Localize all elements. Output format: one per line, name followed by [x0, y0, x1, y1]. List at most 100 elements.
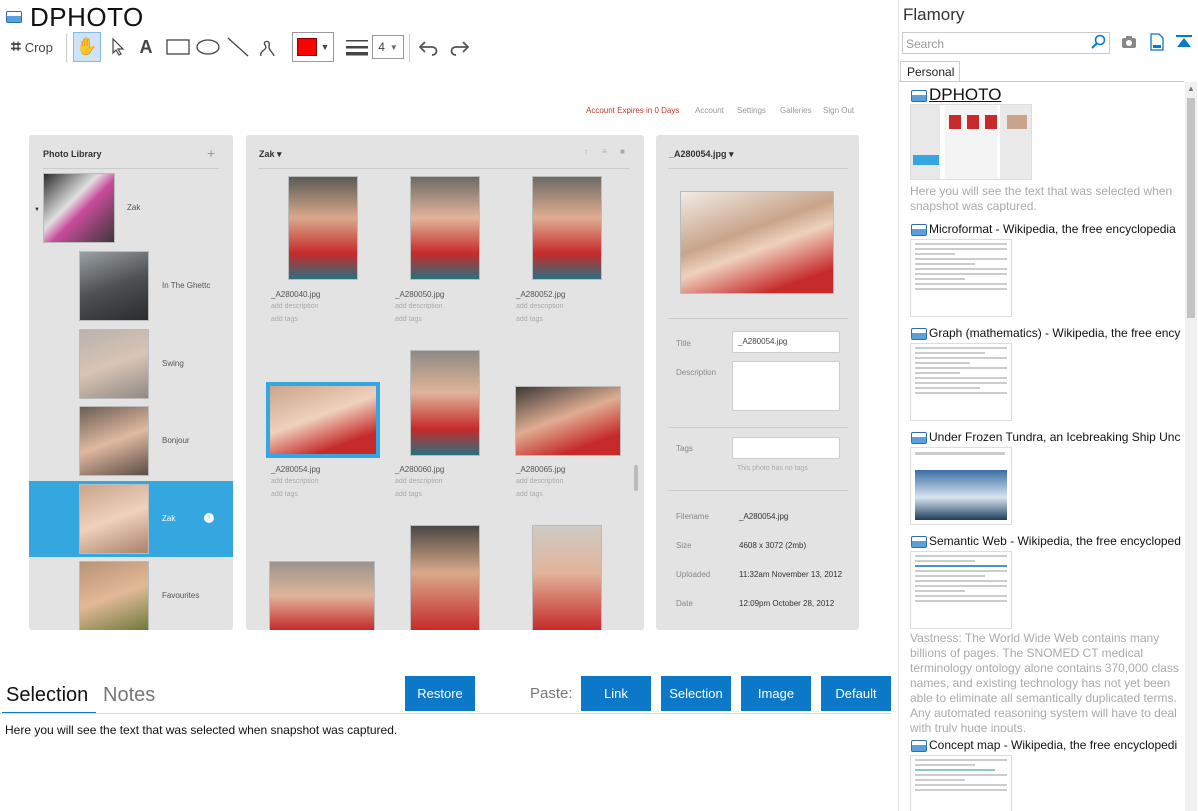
hand-tool-button[interactable]: ✋ — [73, 32, 101, 62]
photo-tags[interactable]: add tags — [271, 316, 298, 323]
photo-thumbnail[interactable] — [269, 561, 375, 630]
uploaded-label: Uploaded — [676, 570, 711, 579]
add-icon: + — [207, 145, 216, 161]
photo-thumbnail[interactable] — [532, 525, 602, 630]
document-icon[interactable] — [1150, 33, 1164, 51]
photo-thumbnail[interactable] — [410, 176, 480, 280]
text-tool-button[interactable]: A — [134, 32, 158, 62]
list-icon[interactable]: ≡ — [602, 147, 607, 156]
rectangle-tool-button[interactable] — [164, 32, 192, 62]
redo-button[interactable] — [446, 32, 472, 62]
paste-default-button[interactable]: Default — [821, 676, 891, 711]
snapshot-title[interactable]: Graph (mathematics) - Wikipedia, the fre… — [929, 326, 1181, 340]
camera-icon[interactable] — [1121, 35, 1137, 49]
photo-tags[interactable]: add tags — [395, 491, 422, 498]
uploaded-value: 11:32am November 13, 2012 — [739, 570, 843, 579]
photo-tags[interactable]: add tags — [271, 491, 298, 498]
page-icon — [911, 224, 927, 236]
size-label: Size — [676, 541, 692, 550]
snapshot-title[interactable]: DPHOTO — [929, 85, 1181, 105]
scrollbar[interactable] — [634, 465, 638, 491]
tab-notes[interactable]: Notes — [103, 684, 155, 707]
snapshot-thumbnail[interactable] — [910, 551, 1012, 629]
pointer-tool-button[interactable] — [106, 32, 130, 62]
page-icon — [911, 432, 927, 444]
snapshot-thumbnail[interactable] — [910, 239, 1012, 317]
undo-button[interactable] — [416, 32, 442, 62]
description-field[interactable] — [732, 361, 840, 411]
photo-tags[interactable]: add tags — [516, 491, 543, 498]
photo-thumbnail[interactable] — [288, 176, 358, 280]
main-pane: DPHOTO ⌗ Crop ✋ A ▼ 4 ▼ Account Expires … — [0, 0, 898, 811]
snapshot-image: Account Expires in 0 Days Account Settin… — [20, 91, 869, 639]
search-input[interactable]: Search — [902, 32, 1110, 54]
photo-description[interactable]: add description — [271, 478, 318, 485]
snapshot-title[interactable]: Semantic Web - Wikipedia, the free encyc… — [929, 534, 1181, 548]
line-width-value: 4 — [378, 40, 385, 54]
pin-icon[interactable] — [1176, 34, 1192, 50]
date-label: Date — [676, 599, 693, 608]
snapshot-description: Vastness: The World Wide Web contains ma… — [910, 631, 1179, 732]
chevron-right-icon[interactable]: › — [204, 513, 214, 523]
photo-description[interactable]: add description — [395, 303, 442, 310]
photo-description[interactable]: add description — [516, 303, 563, 310]
photo-thumbnail[interactable] — [410, 350, 480, 456]
line-width-select[interactable]: 4 ▼ — [372, 35, 404, 59]
album-thumbnail — [43, 173, 115, 243]
snapshot-thumbnail[interactable] — [910, 343, 1012, 421]
photo-name: _A280050.jpg — [395, 290, 445, 299]
arrow-pointer-icon — [112, 38, 125, 56]
album-label: Zak — [127, 203, 141, 212]
snapshot-list: DPHOTO Here you will see the text that w… — [899, 81, 1184, 811]
selected-text[interactable]: Here you will see the text that was sele… — [5, 723, 397, 737]
photo-description[interactable]: add description — [271, 303, 318, 310]
tags-field[interactable] — [732, 437, 840, 459]
nav-sign-out: Sign Out — [823, 106, 855, 115]
photo-thumbnail[interactable] — [532, 176, 602, 280]
photo-name: _A280054.jpg — [271, 465, 321, 474]
tab-selection[interactable]: Selection — [6, 684, 88, 707]
crop-button[interactable]: ⌗ Crop — [4, 32, 60, 62]
scroll-up-icon[interactable]: ▲ — [1187, 84, 1195, 93]
filename-value: _A280054.jpg — [739, 512, 789, 521]
ellipse-tool-button[interactable] — [194, 32, 222, 62]
snapshot-thumbnail[interactable] — [910, 447, 1012, 525]
paste-link-button[interactable]: Link — [581, 676, 651, 711]
tab-personal[interactable]: Personal — [900, 61, 960, 82]
title-field[interactable]: _A280054.jpg — [732, 331, 840, 353]
sidebar-title: Flamory — [903, 5, 965, 24]
color-picker[interactable]: ▼ — [292, 32, 334, 62]
photo-tags[interactable]: add tags — [395, 316, 422, 323]
restore-button[interactable]: Restore — [405, 676, 475, 711]
photo-library-panel: Photo Library + ▼ Zak In The Ghettc Swin… — [29, 135, 233, 630]
album-label: Swing — [162, 359, 184, 368]
upload-icon[interactable]: ↑ — [584, 147, 588, 156]
sidebar-scroll-thumb[interactable] — [1187, 98, 1195, 318]
annotation-toolbar: ⌗ Crop ✋ A ▼ 4 ▼ — [4, 32, 484, 62]
snapshot-description: Here you will see the text that was sele… — [910, 184, 1173, 213]
trash-icon[interactable]: ■ — [620, 147, 625, 156]
snapshot-title[interactable]: Microformat - Wikipedia, the free encycl… — [929, 222, 1181, 236]
snapshot-thumbnail[interactable] — [910, 104, 1032, 180]
paste-selection-button[interactable]: Selection — [661, 676, 731, 711]
photo-thumbnail[interactable] — [515, 386, 621, 456]
snapshot-thumbnail[interactable] — [910, 755, 1012, 811]
search-icon[interactable] — [1091, 34, 1107, 50]
line-icon — [227, 37, 249, 57]
page-icon — [911, 536, 927, 548]
photo-tags[interactable]: add tags — [516, 316, 543, 323]
nav-galleries: Galleries — [780, 106, 812, 115]
snapshot-title[interactable]: Concept map - Wikipedia, the free encycl… — [929, 738, 1181, 752]
photo-description[interactable]: add description — [395, 478, 442, 485]
paste-image-button[interactable]: Image — [741, 676, 811, 711]
chevron-down-icon: ▼ — [389, 42, 398, 52]
line-tool-button[interactable] — [225, 32, 251, 62]
album-label: Bonjour — [162, 436, 190, 445]
freehand-tool-button[interactable] — [254, 32, 280, 62]
photo-thumbnail-selected[interactable] — [266, 382, 380, 458]
photo-thumbnail[interactable] — [410, 525, 480, 630]
account-expiry: Account Expires in 0 Days — [586, 106, 680, 115]
snapshot-title[interactable]: Under Frozen Tundra, an Icebreaking Ship… — [929, 430, 1181, 444]
photo-description[interactable]: add description — [516, 478, 563, 485]
paste-label: Paste: — [530, 685, 573, 702]
